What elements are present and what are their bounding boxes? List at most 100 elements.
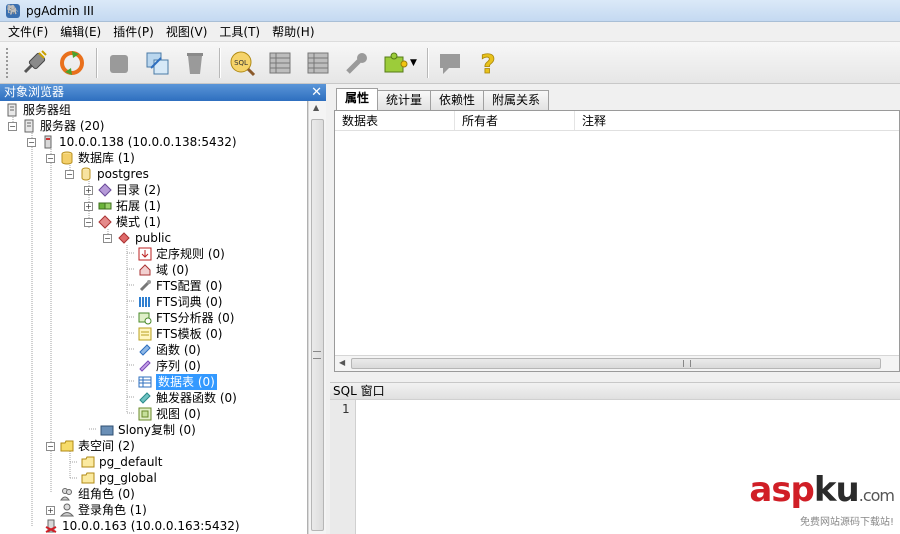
- scroll-left-icon[interactable]: ◀: [339, 358, 345, 367]
- toolbar-separator: [96, 47, 97, 78]
- expand-icon[interactable]: +: [46, 505, 55, 515]
- tree-item-server-163[interactable]: 10.0.0.163 (10.0.0.163:5432): [43, 518, 240, 534]
- collapse-icon[interactable]: −: [27, 137, 36, 147]
- tree-item-public[interactable]: − public: [103, 230, 171, 246]
- tree-item-views[interactable]: 视图 (0): [137, 406, 201, 422]
- tree-item-tablespaces[interactable]: − 表空间 (2): [46, 438, 135, 454]
- watermark-logo: aspku.com 免费网站源码下载站!: [749, 473, 895, 528]
- properties-header: 数据表 所有者 注释: [335, 111, 899, 131]
- toolbar: SQL ▼ ?: [0, 42, 900, 84]
- tree-item-schemas[interactable]: − 模式 (1): [84, 214, 161, 230]
- tablespace-icon: [80, 471, 96, 485]
- tree-item-fts-template[interactable]: FTS模板 (0): [137, 326, 222, 342]
- tree-item-servers[interactable]: − 服务器 (20): [8, 118, 104, 134]
- collapse-icon[interactable]: −: [103, 233, 112, 243]
- tree-item-server-138[interactable]: − 10.0.0.138 (10.0.0.138:5432): [27, 134, 237, 150]
- scroll-up-icon[interactable]: ▲: [313, 103, 319, 112]
- column-header-owner[interactable]: 所有者: [455, 111, 575, 130]
- collapse-icon[interactable]: −: [46, 441, 55, 451]
- tab-dependents[interactable]: 附属关系: [483, 90, 550, 110]
- hint-button[interactable]: [432, 45, 468, 81]
- tree-item-fts-dict[interactable]: FTS词典 (0): [137, 294, 222, 310]
- view-filtered-data-button[interactable]: [300, 45, 336, 81]
- tree-item-pg-global[interactable]: pg_global: [80, 470, 157, 486]
- tables-icon: [137, 375, 153, 389]
- sql-query-button[interactable]: SQL: [224, 45, 260, 81]
- tab-statistics[interactable]: 统计量: [377, 90, 432, 110]
- tree-item-sequences[interactable]: 序列 (0): [137, 358, 201, 374]
- tree-item-pg-default[interactable]: pg_default: [80, 454, 162, 470]
- tablespaces-icon: [59, 439, 75, 453]
- menu-file[interactable]: 文件(F): [2, 22, 54, 42]
- properties-icon: [146, 52, 169, 74]
- delete-button[interactable]: [177, 45, 213, 81]
- refresh-button[interactable]: [54, 45, 90, 81]
- tree-item-trigger-functions[interactable]: 触发器函数 (0): [137, 390, 237, 406]
- expand-icon[interactable]: +: [84, 201, 93, 211]
- chevron-down-icon[interactable]: ▼: [410, 58, 417, 68]
- tree-vertical-scrollbar[interactable]: ▲: [308, 101, 326, 534]
- properties-horizontal-scrollbar[interactable]: ◀: [335, 355, 899, 371]
- login-roles-icon: [59, 503, 75, 517]
- menu-help[interactable]: 帮助(H): [266, 22, 320, 42]
- tree-item-extensions[interactable]: + 拓展 (1): [84, 198, 161, 214]
- speech-bubble-icon: [439, 53, 460, 74]
- tree-item-tables[interactable]: 数据表 (0): [137, 374, 217, 390]
- puzzle-icon: [384, 52, 408, 72]
- menu-tools[interactable]: 工具(T): [213, 22, 266, 42]
- watermark-domain: .com: [858, 486, 895, 505]
- scroll-thumb[interactable]: [311, 119, 324, 531]
- databases-icon: [59, 151, 75, 165]
- tree-item-catalogs[interactable]: + 目录 (2): [84, 182, 161, 198]
- tree-item-server-group[interactable]: 服务器组: [4, 102, 71, 118]
- tab-dependencies[interactable]: 依赖性: [430, 90, 485, 110]
- create-object-button[interactable]: [101, 45, 137, 81]
- fts-parser-icon: [137, 311, 153, 325]
- tree-item-postgres[interactable]: − postgres: [65, 166, 149, 182]
- expand-icon[interactable]: +: [84, 185, 93, 195]
- elephant-icon: 🐘: [6, 3, 20, 18]
- grid-icon: [269, 52, 291, 73]
- watermark-slogan: 免费网站源码下载站!: [799, 517, 894, 528]
- close-icon[interactable]: ✕: [311, 84, 322, 101]
- tree-item-domains[interactable]: 域 (0): [137, 262, 189, 278]
- scroll-grip-icon: [313, 351, 321, 359]
- maintenance-button[interactable]: [338, 45, 374, 81]
- line-number-gutter: 1: [330, 400, 356, 534]
- tree-item-slony[interactable]: Slony复制 (0): [99, 422, 196, 438]
- tree-item-group-roles[interactable]: 组角色 (0): [59, 486, 135, 502]
- menu-view[interactable]: 视图(V): [160, 22, 214, 42]
- scroll-thumb[interactable]: [351, 358, 881, 369]
- tree-item-login-roles[interactable]: + 登录角色 (1): [46, 502, 147, 518]
- menu-edit[interactable]: 编辑(E): [54, 22, 107, 42]
- tree-item-fts-parser[interactable]: FTS分析器 (0): [137, 310, 234, 326]
- collapse-icon[interactable]: −: [8, 121, 17, 131]
- collations-icon: [137, 247, 153, 261]
- connect-button[interactable]: [16, 45, 52, 81]
- properties-button[interactable]: [139, 45, 175, 81]
- tab-properties[interactable]: 属性: [336, 88, 379, 110]
- trash-icon: [187, 52, 203, 74]
- tree-item-collations[interactable]: 定序规则 (0): [137, 246, 225, 262]
- collapse-icon[interactable]: −: [46, 153, 55, 163]
- toolbar-separator: [426, 47, 428, 78]
- object-browser-header: 对象浏览器 ✕: [0, 84, 326, 101]
- tree-item-functions[interactable]: 函数 (0): [137, 342, 201, 358]
- filter-grid-icon: [307, 52, 329, 73]
- column-header-table[interactable]: 数据表: [335, 111, 455, 130]
- svg-text:?: ?: [480, 50, 495, 78]
- tree-item-databases[interactable]: − 数据库 (1): [46, 150, 135, 166]
- svg-text:SQL: SQL: [234, 59, 248, 67]
- column-header-comment[interactable]: 注释: [575, 111, 899, 130]
- plugins-button[interactable]: [376, 45, 412, 81]
- collapse-icon[interactable]: −: [65, 169, 74, 179]
- tree-item-fts-config[interactable]: FTS配置 (0): [137, 278, 222, 294]
- extensions-icon: [97, 199, 113, 213]
- help-button[interactable]: ?: [470, 45, 506, 81]
- servers-icon: [21, 119, 37, 133]
- server-group-icon: [4, 103, 20, 117]
- collapse-icon[interactable]: −: [84, 217, 93, 227]
- view-data-button[interactable]: [262, 45, 298, 81]
- menu-plugins[interactable]: 插件(P): [107, 22, 160, 42]
- server-disconnected-icon: [43, 519, 59, 533]
